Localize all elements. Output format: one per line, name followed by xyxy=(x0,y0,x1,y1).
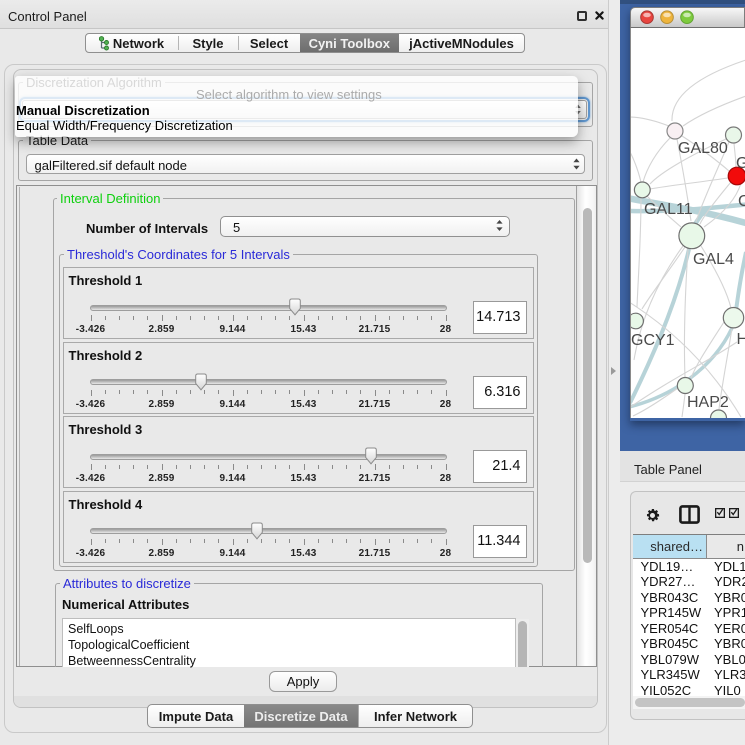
svg-text:G.: G. xyxy=(736,155,745,172)
svg-text:GAL4: GAL4 xyxy=(693,251,734,268)
svg-text:C: C xyxy=(738,193,745,210)
svg-text:GAL11: GAL11 xyxy=(644,201,693,218)
svg-text:H: H xyxy=(736,331,745,348)
svg-text:GAL80: GAL80 xyxy=(678,140,728,157)
svg-text:HAP2: HAP2 xyxy=(687,394,729,411)
svg-text:GCY1: GCY1 xyxy=(631,332,675,349)
